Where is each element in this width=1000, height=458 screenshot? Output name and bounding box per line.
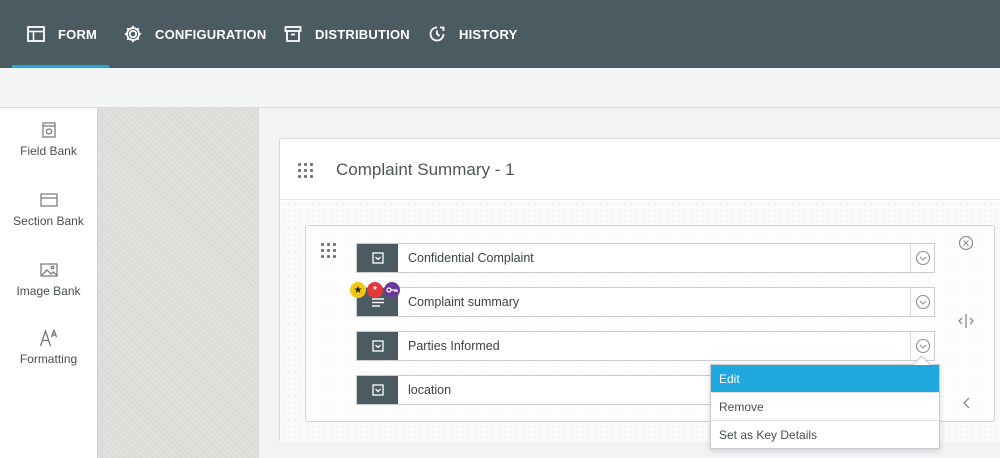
field-label: Parties Informed: [408, 339, 500, 353]
required-asterisk-icon: *: [367, 282, 383, 298]
section-bank-icon: [0, 190, 97, 210]
field-label: Complaint summary: [408, 295, 520, 309]
section-title: Complaint Summary - 1: [336, 160, 515, 179]
font-formatting-icon: [0, 328, 97, 348]
chevron-down-circle-icon: [915, 294, 930, 310]
menu-item-edit[interactable]: Edit: [711, 365, 939, 392]
top-navigation-bar: FORM CONFIGURATION DISTRIBUTION HISTORY: [0, 0, 1000, 68]
toolbar: [0, 68, 1000, 108]
textured-gutter: [98, 108, 258, 458]
sidebar-item-section-bank[interactable]: Section Bank: [0, 190, 97, 228]
sidebar-item-image-bank[interactable]: Image Bank: [0, 260, 97, 298]
field-context-menu: Edit Remove Set as Key Details: [710, 364, 940, 449]
archive-box-icon: [283, 24, 303, 44]
required-badge-symbol: *: [373, 284, 377, 296]
tab-form[interactable]: FORM: [12, 0, 109, 68]
sidebar-item-label: Field Bank: [20, 144, 77, 158]
sidebar-item-field-bank[interactable]: Field Bank: [0, 120, 97, 158]
key-icon: [384, 282, 400, 298]
tab-history-label: HISTORY: [459, 26, 518, 42]
field-row[interactable]: Complaint summary: [356, 287, 935, 317]
field-label: Confidential Complaint: [408, 251, 534, 265]
menu-item-remove[interactable]: Remove: [711, 393, 939, 420]
resize-columns-icon[interactable]: [956, 313, 976, 329]
star-badge-symbol: ★: [353, 284, 363, 296]
menu-item-set-key-details[interactable]: Set as Key Details: [711, 421, 939, 448]
tab-form-label: FORM: [58, 26, 98, 42]
sidebar-item-label: Formatting: [19, 352, 78, 366]
sidebar-item-formatting[interactable]: Formatting: [0, 328, 97, 366]
tab-distribution[interactable]: DISTRIBUTION: [283, 0, 410, 68]
sidebar-item-label: Image Bank: [16, 284, 81, 298]
tab-history[interactable]: HISTORY: [427, 0, 517, 68]
chevron-down-circle-icon: [915, 338, 930, 354]
tab-configuration-label: CONFIGURATION: [155, 26, 267, 42]
star-icon: ★: [350, 282, 366, 298]
left-sidebar: Field Bank Section Bank Image Bank Forma…: [0, 108, 98, 458]
sidebar-item-label: Section Bank: [13, 214, 84, 228]
chevron-left-icon[interactable]: [961, 396, 973, 410]
form-table-icon: [26, 24, 46, 44]
section-header: Complaint Summary - 1: [280, 139, 1000, 200]
tab-distribution-label: DISTRIBUTION: [315, 26, 410, 42]
dropdown-field-icon: [357, 332, 398, 360]
field-row[interactable]: Confidential Complaint: [356, 243, 935, 273]
gear-icon: [123, 24, 143, 44]
dropdown-field-icon: [357, 244, 398, 272]
chevron-down-circle-icon: [915, 250, 930, 266]
field-options-button[interactable]: [910, 288, 934, 316]
drag-handle-icon[interactable]: [298, 163, 313, 178]
tab-configuration[interactable]: CONFIGURATION: [123, 0, 266, 68]
image-icon: [0, 260, 97, 280]
close-circle-icon[interactable]: [958, 235, 974, 251]
field-options-button[interactable]: [910, 244, 934, 272]
drag-handle-icon[interactable]: [321, 243, 336, 258]
field-bank-icon: [0, 120, 97, 140]
field-row[interactable]: Parties Informed: [356, 331, 935, 361]
history-clock-icon: [427, 24, 447, 44]
dropdown-field-icon: [357, 376, 398, 404]
